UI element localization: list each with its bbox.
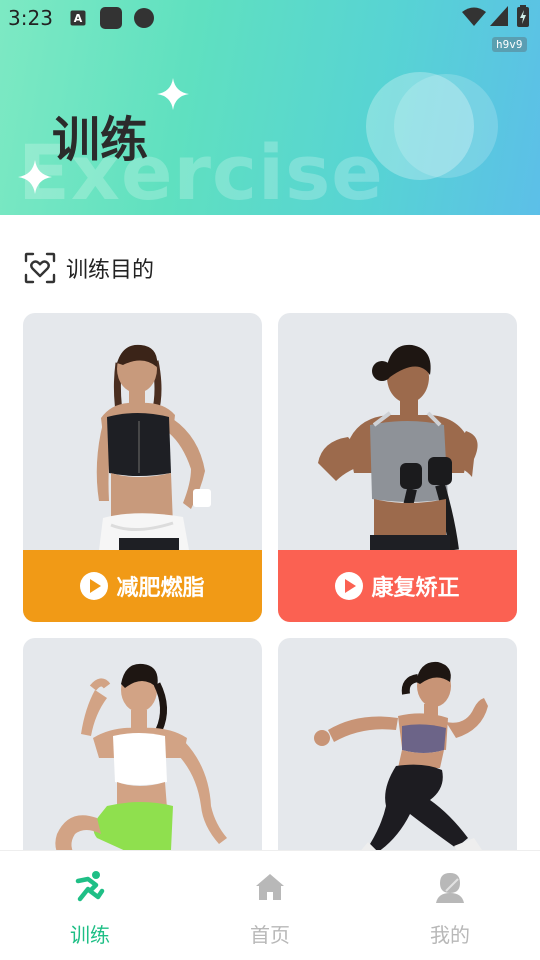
app-notification-icon	[100, 7, 122, 29]
wifi-icon	[462, 7, 486, 26]
sparkle-icon	[18, 160, 52, 194]
section-title: 训练目的	[66, 258, 155, 283]
svg-text:A: A	[74, 12, 83, 25]
status-bar: 3:23 A h9v9	[0, 0, 540, 52]
card-action[interactable]: 康复矫正	[278, 550, 517, 622]
nav-label: 首页	[250, 923, 290, 947]
card-label: 康复矫正	[371, 576, 460, 601]
nav-item-profile[interactable]: 我的	[360, 851, 540, 960]
nav-item-home[interactable]: 首页	[180, 851, 360, 960]
training-card-fat-burn[interactable]: 减肥燃脂	[23, 313, 262, 622]
debug-tag: h9v9	[492, 37, 527, 52]
heart-frame-icon	[24, 252, 56, 284]
athlete-photo	[55, 663, 227, 875]
nav-label: 我的	[430, 923, 470, 947]
signal-icon	[490, 6, 508, 26]
play-icon	[80, 572, 109, 600]
card-label: 减肥燃脂	[116, 576, 205, 601]
athlete-photo	[314, 661, 488, 864]
profile-icon	[436, 873, 464, 903]
decor-circle	[394, 74, 498, 178]
card-action[interactable]: 减肥燃脂	[23, 550, 262, 622]
circle-notification-icon	[134, 8, 154, 28]
keyboard-a-icon: A	[70, 10, 86, 26]
battery-charging-icon	[517, 5, 529, 27]
athlete-photo	[96, 344, 211, 550]
status-time: 3:23	[8, 6, 53, 30]
nav-item-training[interactable]: 训练	[0, 851, 180, 960]
athlete-photo	[318, 344, 478, 550]
nav-label: 训练	[70, 923, 110, 947]
sparkle-icon	[157, 78, 189, 110]
training-card-rehab[interactable]: 康复矫正	[278, 313, 517, 622]
home-icon	[256, 874, 284, 900]
running-icon	[75, 871, 105, 902]
section-header: 训练目的	[24, 250, 154, 286]
page-title: 训练	[52, 112, 149, 168]
bottom-nav: 训练 首页 我的	[0, 850, 540, 960]
play-icon	[335, 572, 364, 600]
